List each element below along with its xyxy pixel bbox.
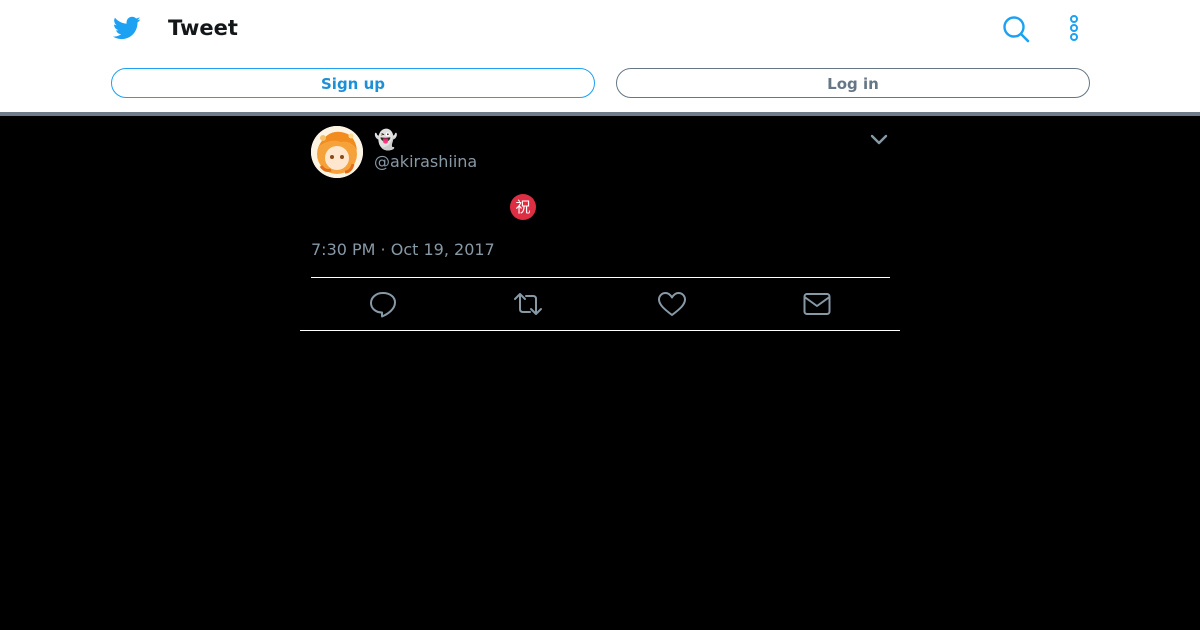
search-icon[interactable] [1001, 14, 1031, 44]
tweet-body-emoji: 祝 [510, 194, 536, 220]
tweet-timestamp[interactable]: 7:30 PM · Oct 19, 2017 [311, 240, 495, 259]
retweet-icon[interactable] [513, 289, 543, 319]
log-in-button[interactable]: Log in [616, 68, 1090, 98]
display-name[interactable]: 👻 [374, 128, 398, 151]
like-heart-icon[interactable] [657, 289, 687, 319]
sign-up-button[interactable]: Sign up [111, 68, 595, 98]
tweet-card: 👻 @akirashiina 祝 7:30 PM · Oct 19, 2017 [300, 116, 900, 331]
twitter-bird-icon[interactable] [112, 14, 142, 42]
chevron-down-icon[interactable] [869, 132, 889, 148]
divider [311, 277, 890, 278]
more-vertical-icon[interactable] [1064, 14, 1084, 44]
page-title: Tweet [168, 16, 238, 40]
reply-icon[interactable] [368, 289, 398, 319]
user-handle[interactable]: @akirashiina [374, 152, 477, 171]
avatar-image [311, 126, 363, 178]
envelope-icon[interactable] [802, 289, 832, 319]
top-navigation-bar: Tweet Sign up Log in [0, 0, 1200, 116]
avatar[interactable] [311, 126, 363, 178]
